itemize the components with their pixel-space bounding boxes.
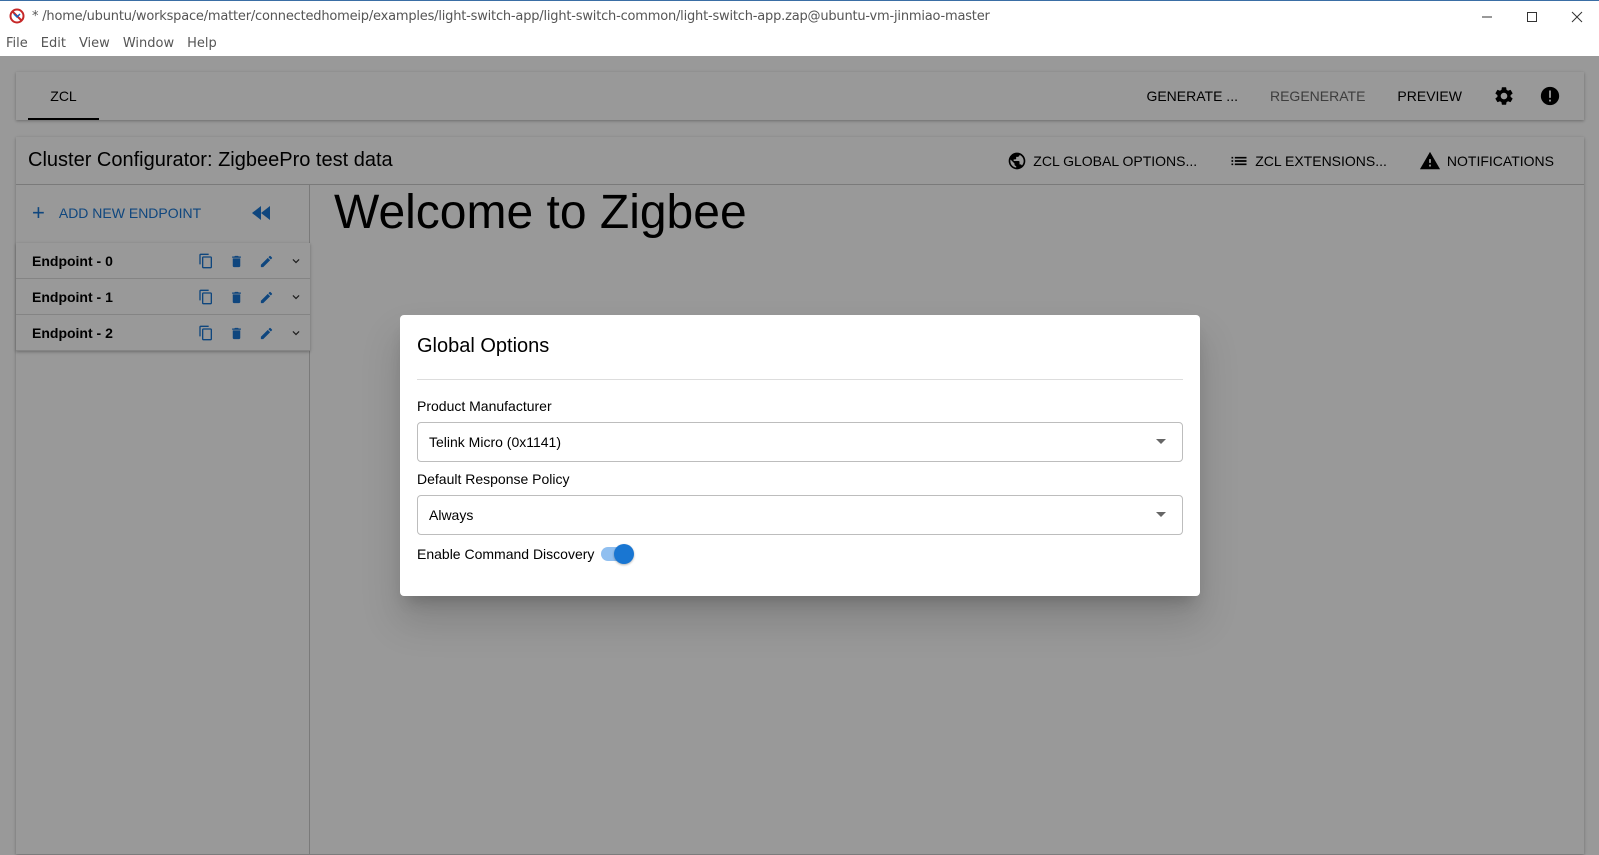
endpoint-row-0[interactable]: Endpoint - 0 bbox=[16, 243, 310, 279]
menu-help[interactable]: Help bbox=[187, 36, 217, 51]
add-new-endpoint-button[interactable]: + ADD NEW ENDPOINT bbox=[32, 200, 201, 226]
collapse-sidebar-icon[interactable] bbox=[250, 204, 272, 222]
welcome-heading: Welcome to Zigbee bbox=[334, 186, 747, 239]
default-response-policy-value: Always bbox=[429, 507, 474, 523]
edit-pencil-icon[interactable] bbox=[251, 315, 281, 351]
dialog-divider bbox=[417, 379, 1183, 380]
endpoint-list: Endpoint - 0 Endpoint - 1 Endpoint - 2 bbox=[16, 243, 310, 351]
regenerate-button[interactable]: REGENERATE bbox=[1254, 72, 1381, 120]
tab-indicator bbox=[28, 118, 99, 120]
product-manufacturer-value: Telink Micro (0x1141) bbox=[429, 434, 562, 450]
delete-icon[interactable] bbox=[221, 279, 251, 315]
default-response-policy-label: Default Response Policy bbox=[417, 471, 570, 487]
zcl-extensions-label: ZCL EXTENSIONS... bbox=[1255, 153, 1387, 169]
maximize-button[interactable] bbox=[1509, 1, 1554, 32]
notifications-label: NOTIFICATIONS bbox=[1446, 153, 1554, 169]
dropdown-arrow-icon bbox=[1156, 439, 1166, 444]
chevron-down-icon[interactable] bbox=[281, 243, 311, 279]
copy-icon[interactable] bbox=[191, 243, 221, 279]
add-new-endpoint-label: ADD NEW ENDPOINT bbox=[58, 205, 202, 221]
menu-window[interactable]: Window bbox=[123, 36, 174, 51]
warning-icon bbox=[1419, 151, 1441, 170]
preview-button[interactable]: PREVIEW bbox=[1381, 72, 1478, 120]
notifications-button[interactable]: NOTIFICATIONS bbox=[1403, 137, 1570, 185]
info-alert-icon[interactable] bbox=[1530, 72, 1570, 120]
menu-bar: File Edit View Window Help bbox=[0, 31, 1599, 56]
top-toolbar: ZCL GENERATE ... REGENERATE PREVIEW bbox=[16, 72, 1584, 120]
menu-file[interactable]: File bbox=[6, 36, 28, 51]
delete-icon[interactable] bbox=[221, 315, 251, 351]
settings-gear-icon[interactable] bbox=[1484, 72, 1524, 120]
tab-zcl[interactable]: ZCL bbox=[28, 72, 99, 120]
default-response-policy-select[interactable]: Always bbox=[417, 495, 1183, 535]
chevron-down-icon[interactable] bbox=[281, 315, 311, 351]
product-manufacturer-label: Product Manufacturer bbox=[417, 398, 552, 414]
app-logo-icon bbox=[9, 8, 25, 24]
endpoint-name: Endpoint - 2 bbox=[32, 324, 113, 341]
window-titlebar: * /home/ubuntu/workspace/matter/connecte… bbox=[0, 0, 1599, 31]
product-manufacturer-select[interactable]: Telink Micro (0x1141) bbox=[417, 422, 1183, 462]
global-options-dialog: Global Options Product Manufacturer Teli… bbox=[400, 315, 1200, 596]
plus-icon: + bbox=[32, 200, 45, 225]
dialog-title: Global Options bbox=[417, 335, 550, 357]
endpoint-row-2[interactable]: Endpoint - 2 bbox=[16, 315, 310, 351]
edit-pencil-icon[interactable] bbox=[251, 279, 281, 315]
page-title: Cluster Configurator: ZigbeePro test dat… bbox=[28, 149, 393, 171]
generate-button[interactable]: GENERATE ... bbox=[1130, 72, 1254, 120]
endpoint-row-1[interactable]: Endpoint - 1 bbox=[16, 279, 310, 315]
list-icon bbox=[1231, 156, 1247, 166]
close-button[interactable] bbox=[1554, 1, 1599, 32]
zcl-extensions-button[interactable]: ZCL EXTENSIONS... bbox=[1213, 137, 1403, 185]
command-discovery-row: Enable Command Discovery bbox=[417, 544, 635, 564]
endpoint-name: Endpoint - 0 bbox=[32, 252, 113, 269]
chevron-down-icon[interactable] bbox=[281, 279, 311, 315]
window-title: * /home/ubuntu/workspace/matter/connecte… bbox=[32, 8, 990, 24]
delete-icon[interactable] bbox=[221, 243, 251, 279]
configurator-header: Cluster Configurator: ZigbeePro test dat… bbox=[16, 137, 1584, 185]
edit-pencil-icon[interactable] bbox=[251, 243, 281, 279]
menu-view[interactable]: View bbox=[79, 36, 110, 51]
toggle-thumb bbox=[614, 544, 635, 564]
minimize-button[interactable] bbox=[1464, 1, 1509, 32]
menu-edit[interactable]: Edit bbox=[41, 36, 66, 51]
endpoint-sidebar: + ADD NEW ENDPOINT Endpoint - 0 Endpoint… bbox=[16, 185, 310, 854]
command-discovery-label: Enable Command Discovery bbox=[417, 546, 595, 562]
globe-icon bbox=[1008, 152, 1026, 170]
zcl-global-options-button[interactable]: ZCL GLOBAL OPTIONS... bbox=[991, 137, 1213, 185]
dropdown-arrow-icon bbox=[1156, 512, 1166, 517]
command-discovery-toggle[interactable] bbox=[601, 544, 635, 564]
copy-icon[interactable] bbox=[191, 279, 221, 315]
copy-icon[interactable] bbox=[191, 315, 221, 351]
zcl-global-options-label: ZCL GLOBAL OPTIONS... bbox=[1033, 153, 1198, 169]
endpoint-name: Endpoint - 1 bbox=[32, 288, 113, 305]
